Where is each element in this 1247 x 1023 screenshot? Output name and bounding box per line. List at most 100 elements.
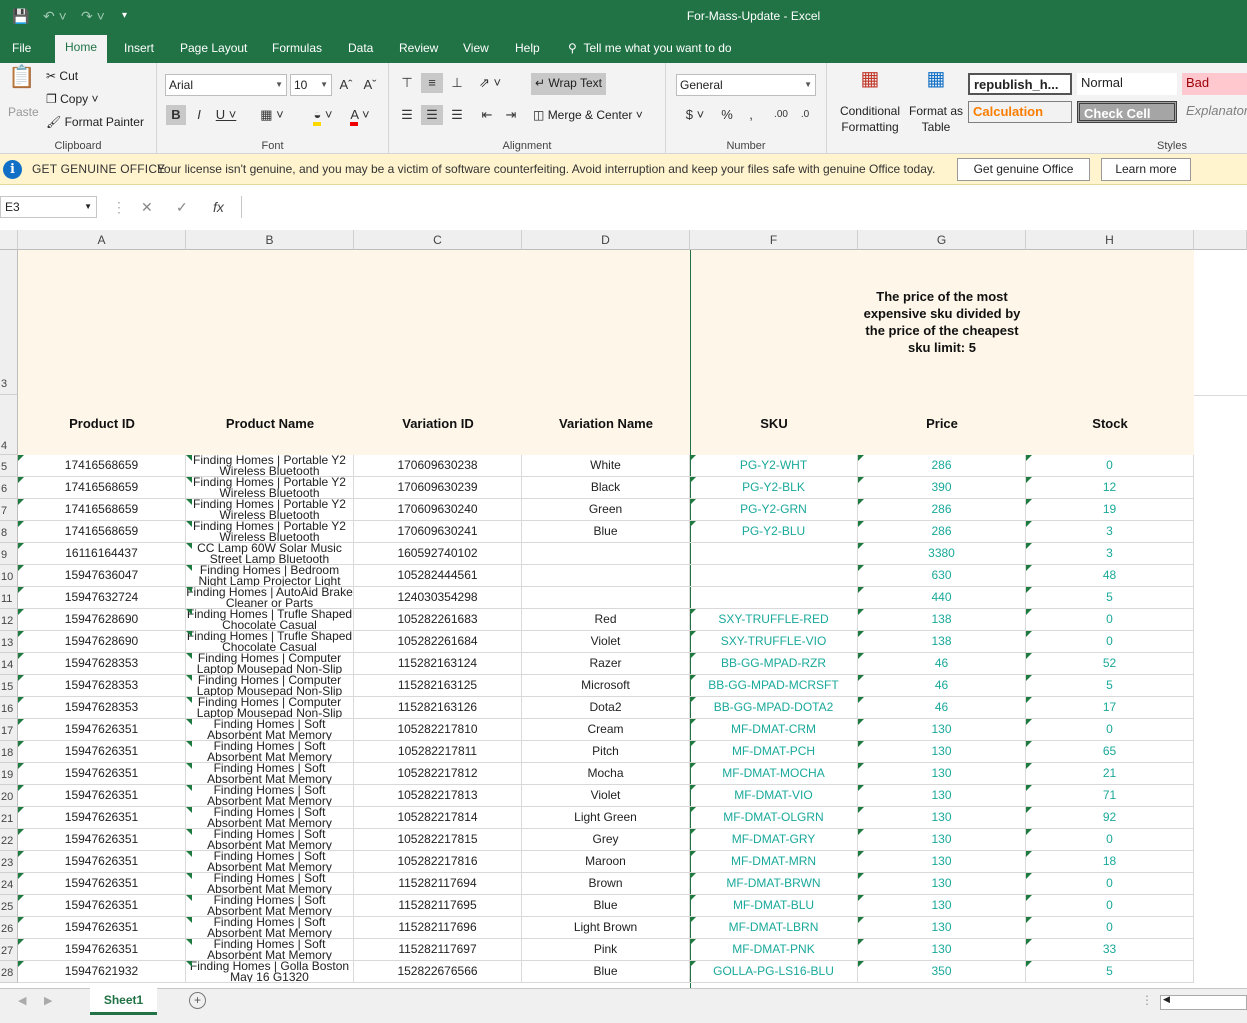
font-color-icon[interactable]: A ˅ [344, 105, 376, 126]
cell-variation-id[interactable]: 170609630241 [354, 521, 522, 542]
decrease-font-icon[interactable]: Aˇ [361, 75, 379, 95]
cell-price[interactable]: 286 [858, 521, 1026, 542]
paste-icon[interactable]: 📋 [6, 66, 38, 109]
cell-variation-name[interactable] [522, 587, 690, 608]
cell-sku[interactable]: MF-DMAT-MRN [690, 851, 858, 872]
cell-variation-id[interactable]: 170609630238 [354, 455, 522, 476]
cell-stock[interactable]: 0 [1026, 895, 1194, 916]
row-header[interactable]: 5 [0, 455, 18, 477]
tab-insert[interactable]: Insert [116, 39, 162, 63]
column-header-b[interactable]: B [186, 230, 354, 250]
cell-price[interactable]: 138 [858, 631, 1026, 652]
cell-price[interactable]: 630 [858, 565, 1026, 586]
cell-variation-name[interactable]: Razer [522, 653, 690, 674]
enter-icon[interactable]: ✓ [176, 199, 188, 216]
scroll-left-arrow-icon[interactable]: ◀ [1163, 994, 1170, 1005]
cell-stock[interactable]: 52 [1026, 653, 1194, 674]
row-header[interactable]: 21 [0, 807, 18, 829]
cell-price[interactable]: 46 [858, 675, 1026, 696]
cell-price[interactable]: 130 [858, 829, 1026, 850]
row-header[interactable]: 26 [0, 917, 18, 939]
cell-product-name[interactable]: Finding Homes | Soft Absorbent Mat Memor… [186, 873, 354, 894]
decrease-indent-icon[interactable]: ⇤ [477, 105, 497, 125]
font-size-select[interactable]: 10 ▼ [290, 74, 332, 96]
cell-price[interactable]: 130 [858, 719, 1026, 740]
insert-function-icon[interactable]: fx [213, 199, 224, 215]
row-header[interactable]: 24 [0, 873, 18, 895]
tab-review[interactable]: Review [391, 39, 446, 63]
number-format-select[interactable]: General ▼ [676, 74, 816, 96]
cell-product-id[interactable]: 15947626351 [18, 917, 186, 938]
align-left-icon[interactable]: ☰ [397, 105, 417, 125]
cell-variation-id[interactable]: 105282217815 [354, 829, 522, 850]
cell-product-name[interactable]: Finding Homes | Soft Absorbent Mat Memor… [186, 719, 354, 740]
increase-decimal-icon[interactable]: .00 [770, 105, 792, 125]
cell-stock[interactable]: 5 [1026, 961, 1194, 982]
cell-product-id[interactable]: 15947628690 [18, 609, 186, 630]
cell-variation-id[interactable]: 124030354298 [354, 587, 522, 608]
tab-view[interactable]: View [455, 39, 497, 63]
cell-variation-id[interactable]: 115282117695 [354, 895, 522, 916]
scroll-right-icon[interactable]: ▶ [44, 994, 52, 1007]
cell-product-id[interactable]: 15947626351 [18, 719, 186, 740]
cell-price[interactable]: 138 [858, 609, 1026, 630]
cell-variation-name[interactable]: Light Brown [522, 917, 690, 938]
cell-variation-id[interactable]: 115282163126 [354, 697, 522, 718]
cell-sku[interactable] [690, 587, 858, 608]
cell-price[interactable]: 286 [858, 499, 1026, 520]
cell-variation-id[interactable]: 105282261684 [354, 631, 522, 652]
cell-product-id[interactable]: 15947626351 [18, 829, 186, 850]
column-header-f[interactable]: F [690, 230, 858, 250]
cell-variation-id[interactable]: 105282217812 [354, 763, 522, 784]
cell-variation-name[interactable] [522, 543, 690, 564]
row-header[interactable]: 7 [0, 499, 18, 521]
cell-product-id[interactable]: 15947626351 [18, 851, 186, 872]
tab-formulas[interactable]: Formulas [264, 39, 330, 63]
cell-price[interactable]: 130 [858, 741, 1026, 762]
cell-price[interactable]: 3380 [858, 543, 1026, 564]
cell-product-id[interactable]: 15947626351 [18, 873, 186, 894]
cell-product-id[interactable]: 15947621932 [18, 961, 186, 982]
cell-product-id[interactable]: 15947626351 [18, 895, 186, 916]
cell-variation-id[interactable]: 152822676566 [354, 961, 522, 982]
cell-variation-id[interactable]: 115282117696 [354, 917, 522, 938]
cell-product-id[interactable]: 15947628353 [18, 653, 186, 674]
cell-variation-id[interactable]: 115282163124 [354, 653, 522, 674]
cell-variation-name[interactable]: Brown [522, 873, 690, 894]
cell-price[interactable]: 130 [858, 939, 1026, 960]
row-header[interactable]: 9 [0, 543, 18, 565]
cell-product-name[interactable]: Finding Homes | Soft Absorbent Mat Memor… [186, 763, 354, 784]
cell-product-id[interactable]: 17416568659 [18, 499, 186, 520]
tell-me-search[interactable]: ⚲ Tell me what you want to do [568, 39, 732, 57]
cell-price[interactable]: 130 [858, 851, 1026, 872]
row-header[interactable]: 10 [0, 565, 18, 587]
row-header[interactable]: 27 [0, 939, 18, 961]
cell-sku[interactable]: MF-DMAT-PCH [690, 741, 858, 762]
cell-stock[interactable]: 65 [1026, 741, 1194, 762]
cell-product-id[interactable]: 15947628690 [18, 631, 186, 652]
cell-variation-name[interactable]: Black [522, 477, 690, 498]
cell-variation-name[interactable]: Cream [522, 719, 690, 740]
style-explanatory[interactable]: Explanatory [1182, 101, 1247, 123]
cell-product-id[interactable]: 15947626351 [18, 807, 186, 828]
align-middle-icon[interactable]: ≡ [421, 73, 443, 93]
cell-sku[interactable]: PG-Y2-BLK [690, 477, 858, 498]
cell-product-name[interactable]: Finding Homes | Soft Absorbent Mat Memor… [186, 785, 354, 806]
row-header[interactable]: 23 [0, 851, 18, 873]
cell-product-name[interactable]: Finding Homes | Soft Absorbent Mat Memor… [186, 741, 354, 762]
format-painter-button[interactable]: 🖌 Format Painter [46, 114, 144, 130]
cell-product-id[interactable]: 15947628353 [18, 697, 186, 718]
cell-sku[interactable]: BB-GG-MPAD-MCRSFT [690, 675, 858, 696]
paste-button[interactable]: Paste [8, 104, 39, 120]
column-header-h[interactable]: H [1026, 230, 1194, 250]
cell-variation-id[interactable]: 115282117694 [354, 873, 522, 894]
cell-price[interactable]: 130 [858, 807, 1026, 828]
select-all-corner[interactable] [0, 230, 18, 250]
cell-product-id[interactable]: 15947626351 [18, 785, 186, 806]
cell-product-name[interactable]: Finding Homes | AutoAid Brake Cleaner or… [186, 587, 354, 608]
cell-variation-id[interactable]: 115282163125 [354, 675, 522, 696]
cell-sku[interactable]: PG-Y2-GRN [690, 499, 858, 520]
conditional-formatting-icon[interactable]: ▦ [857, 69, 883, 99]
cell-stock[interactable]: 71 [1026, 785, 1194, 806]
cell-price[interactable]: 46 [858, 697, 1026, 718]
